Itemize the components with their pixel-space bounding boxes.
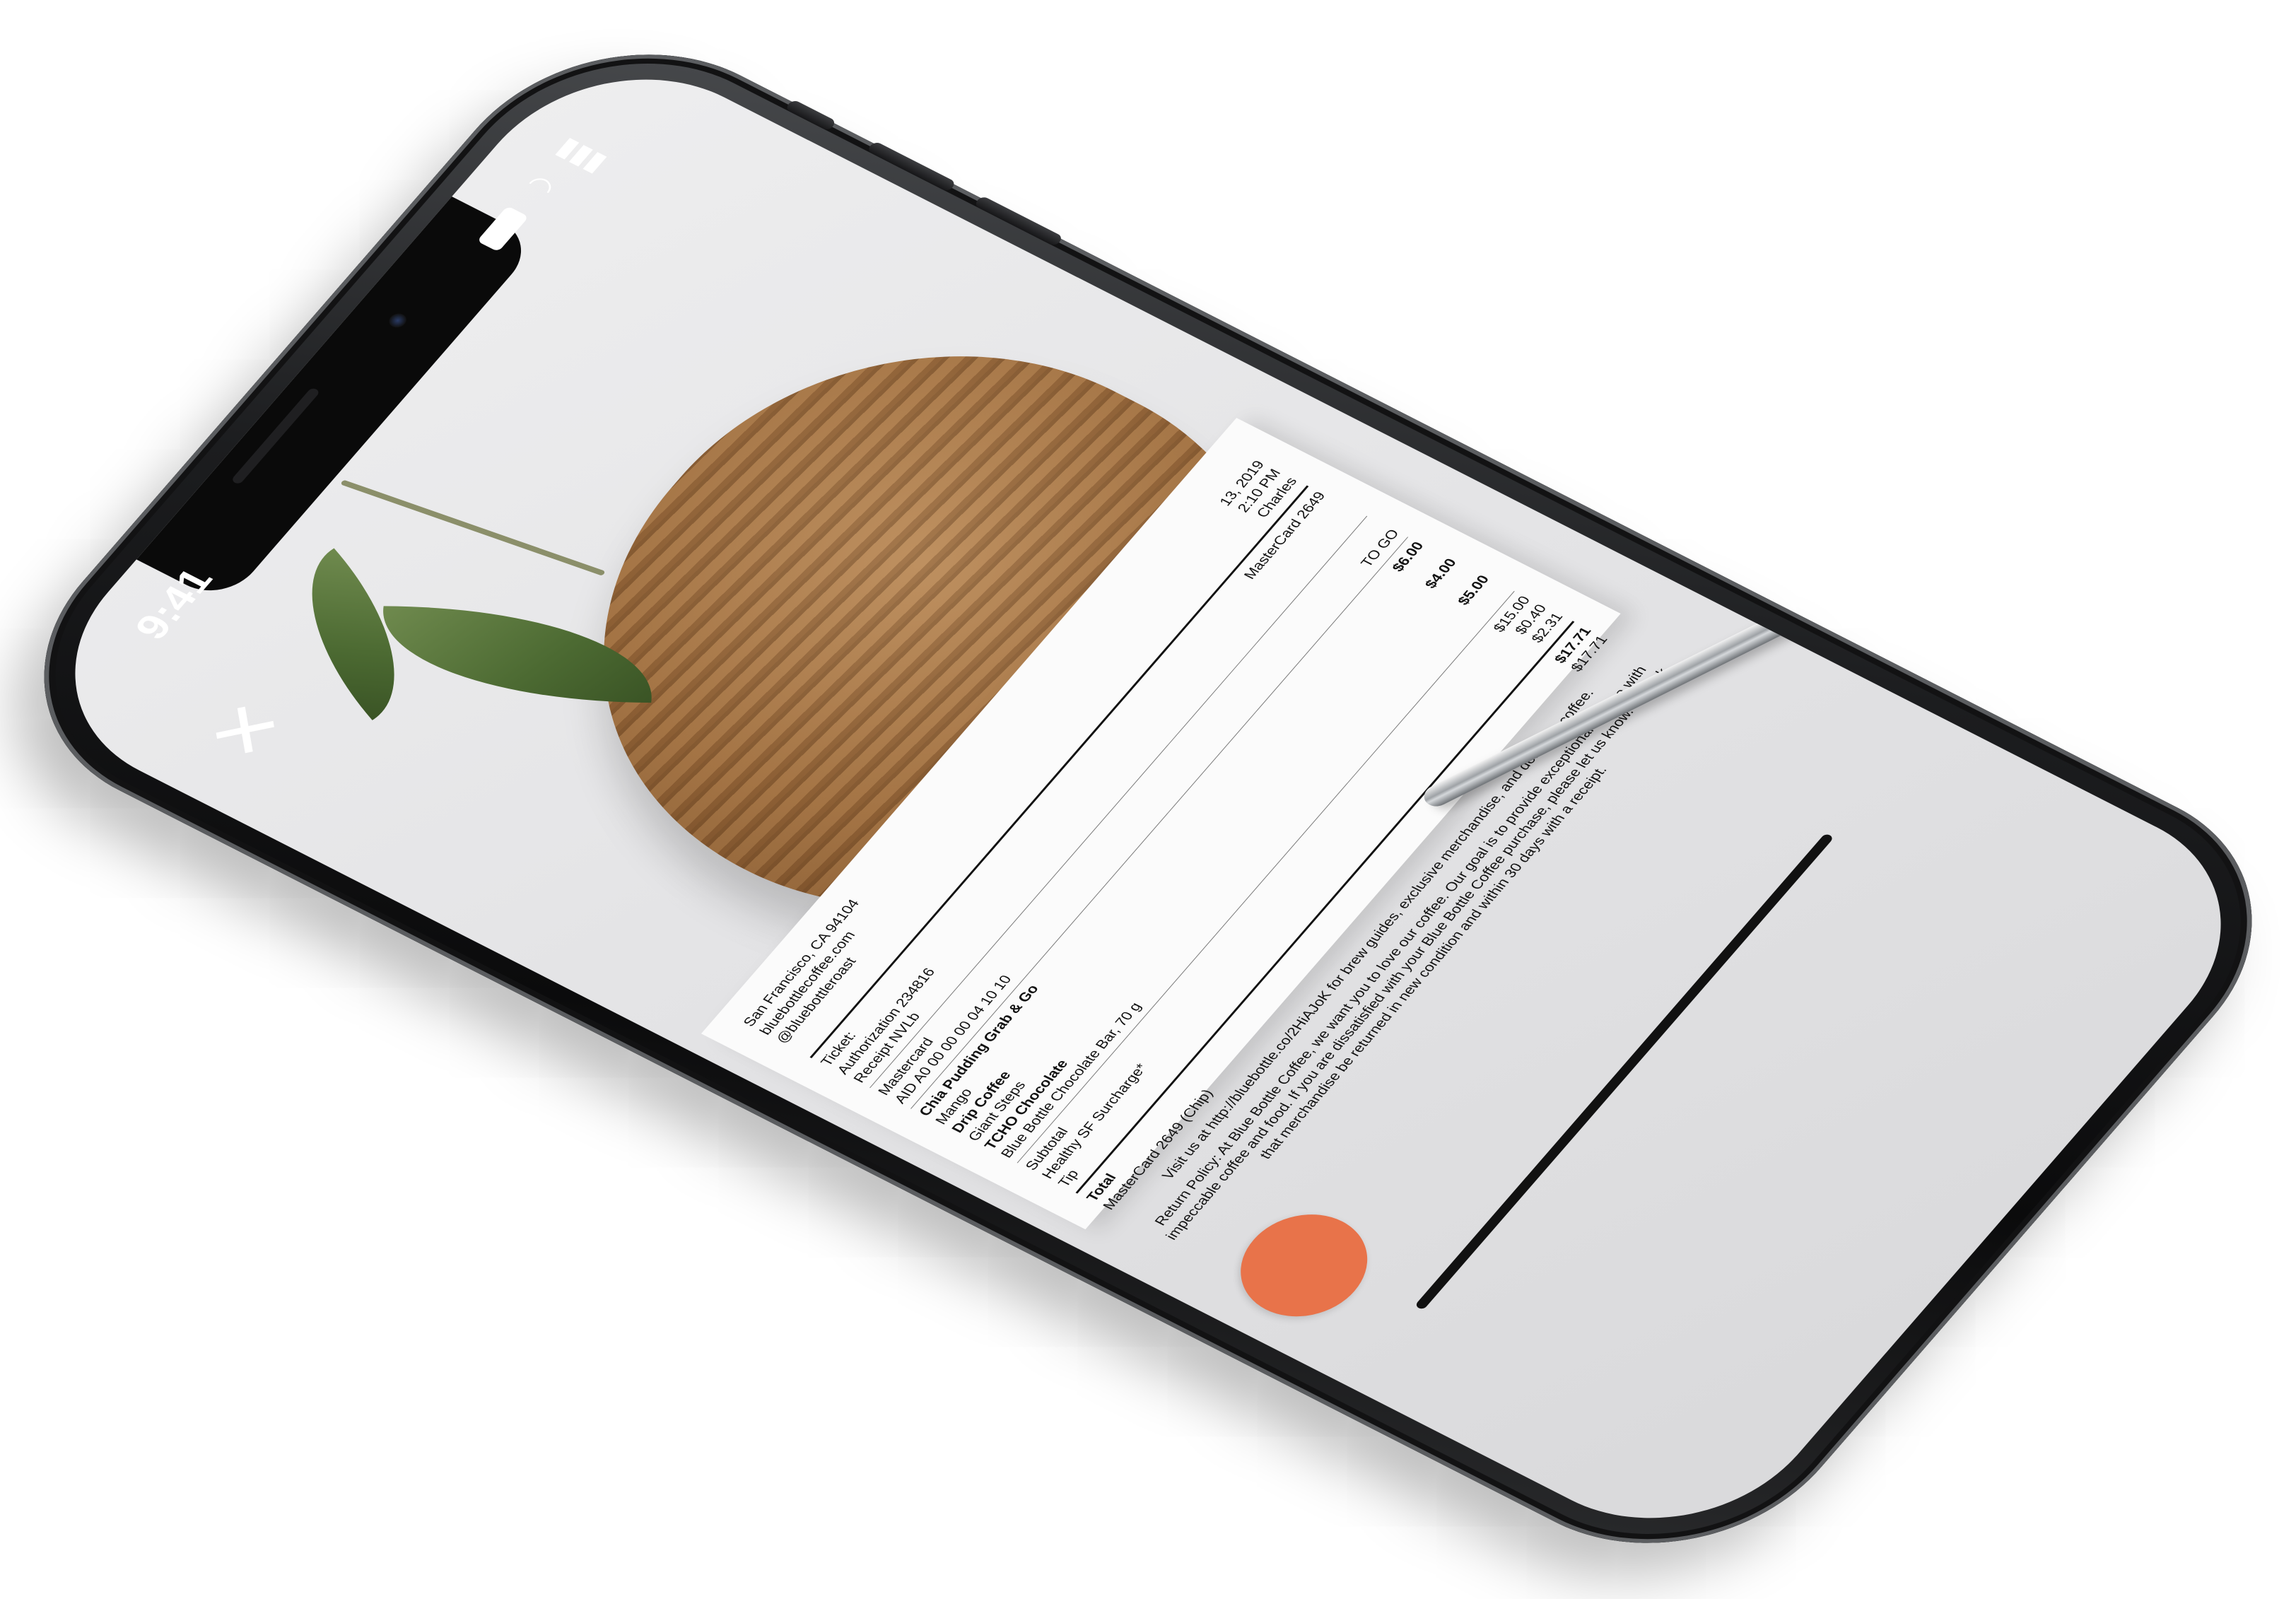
front-camera-icon xyxy=(385,310,410,330)
close-button[interactable]: ✕ xyxy=(192,690,302,772)
leaf-stem xyxy=(340,479,606,576)
status-icons: ▮▮▮ ◠ xyxy=(476,131,614,262)
capture-button[interactable] xyxy=(1215,1195,1393,1335)
notch xyxy=(130,193,540,604)
phone-device: San Francisco, CA 94104 bluebottlecoffee… xyxy=(0,0,2296,1599)
signal-icon: ▮▮▮ xyxy=(551,131,614,177)
camera-screen[interactable]: San Francisco, CA 94104 bluebottlecoffee… xyxy=(10,31,2286,1566)
wifi-icon: ◠ xyxy=(518,169,562,205)
